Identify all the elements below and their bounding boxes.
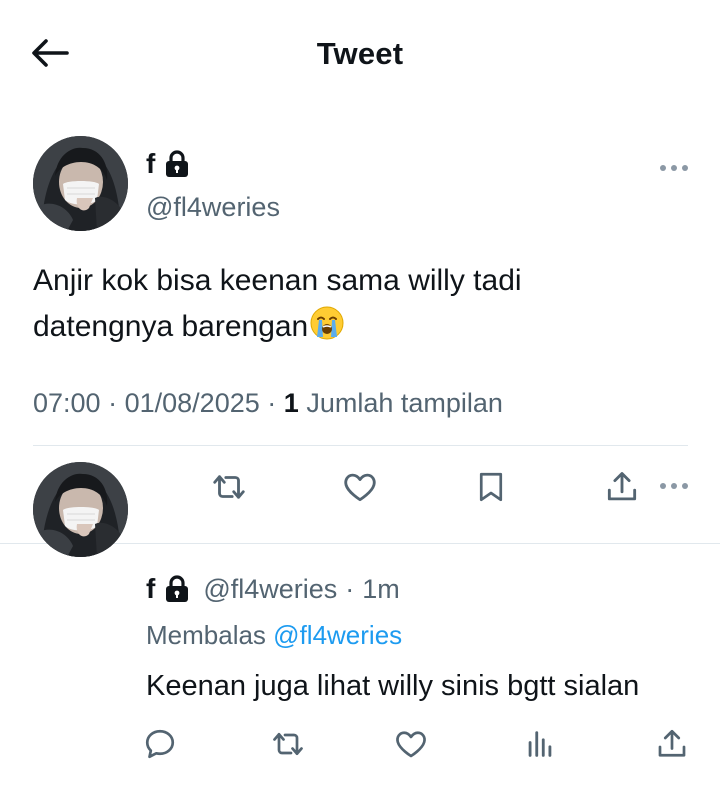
heart-icon (396, 731, 426, 758)
reply-share-button[interactable] (648, 720, 696, 768)
display-name[interactable]: f (146, 148, 155, 180)
more-horizontal-icon (660, 165, 666, 171)
share-icon (607, 472, 637, 501)
analytics-icon (528, 731, 552, 757)
more-options-button[interactable] (660, 163, 688, 173)
reply-icon (145, 729, 175, 759)
divider (33, 445, 688, 446)
reply-retweet-button[interactable] (264, 720, 312, 768)
reply-text: Keenan juga lihat willy sinis bgtt siala… (146, 670, 640, 702)
avatar[interactable] (33, 136, 128, 231)
loudly-crying-face-icon (309, 305, 345, 355)
reply-reply-button[interactable] (136, 720, 184, 768)
top-bar: Tweet (0, 0, 720, 108)
author-name-row: f (146, 148, 191, 180)
reply-views-button[interactable] (516, 720, 564, 768)
share-icon (658, 729, 686, 757)
page-title: Tweet (316, 36, 404, 71)
views-count: 1 (283, 388, 299, 418)
reply-actions (0, 720, 720, 776)
more-horizontal-icon (660, 483, 666, 489)
reply-display-name[interactable]: f (146, 573, 155, 605)
lock-icon (163, 575, 191, 603)
bookmark-button[interactable] (467, 463, 515, 511)
replying-mention[interactable]: @fl4weries (273, 620, 402, 650)
reply-avatar[interactable] (33, 462, 128, 557)
tweet-text-line-2: datengnya barengan (33, 304, 633, 355)
author-handle[interactable]: @fl4weries (146, 192, 280, 223)
share-button[interactable] (598, 463, 646, 511)
replying-to: Membalas @fl4weries (146, 620, 402, 651)
replying-label: Membalas (146, 620, 266, 650)
retweet-icon (213, 475, 245, 499)
retweet-button[interactable] (205, 463, 253, 511)
tweet-text: Anjir kok bisa keenan sama willy tadi da… (33, 258, 633, 355)
tweet-text-line-2-content: datengnya barengan (33, 310, 309, 343)
reply-more-button[interactable] (660, 481, 688, 491)
tweet-meta: 07:00 · 01/08/2025 · 1 Jumlah tampilan (33, 388, 503, 419)
like-button[interactable] (336, 463, 384, 511)
reply-author-row: f @fl4weries · 1m (146, 573, 400, 605)
lock-icon (163, 150, 191, 178)
retweet-icon (273, 732, 303, 756)
reply-like-button[interactable] (387, 720, 435, 768)
meta-separator: · (267, 388, 277, 418)
tweet-text-line-1: Anjir kok bisa keenan sama willy tadi (33, 264, 522, 297)
tweet-time[interactable]: 07:00 (33, 388, 101, 418)
views-label[interactable]: Jumlah tampilan (306, 388, 503, 418)
tweet-date[interactable]: 01/08/2025 (125, 388, 260, 418)
reply-handle[interactable]: @fl4weries (203, 574, 337, 605)
meta-separator: · (108, 388, 118, 418)
reply-time[interactable]: 1m (362, 574, 400, 605)
reply-separator: · (345, 573, 355, 604)
bookmark-icon (479, 472, 503, 502)
heart-icon (344, 473, 376, 502)
